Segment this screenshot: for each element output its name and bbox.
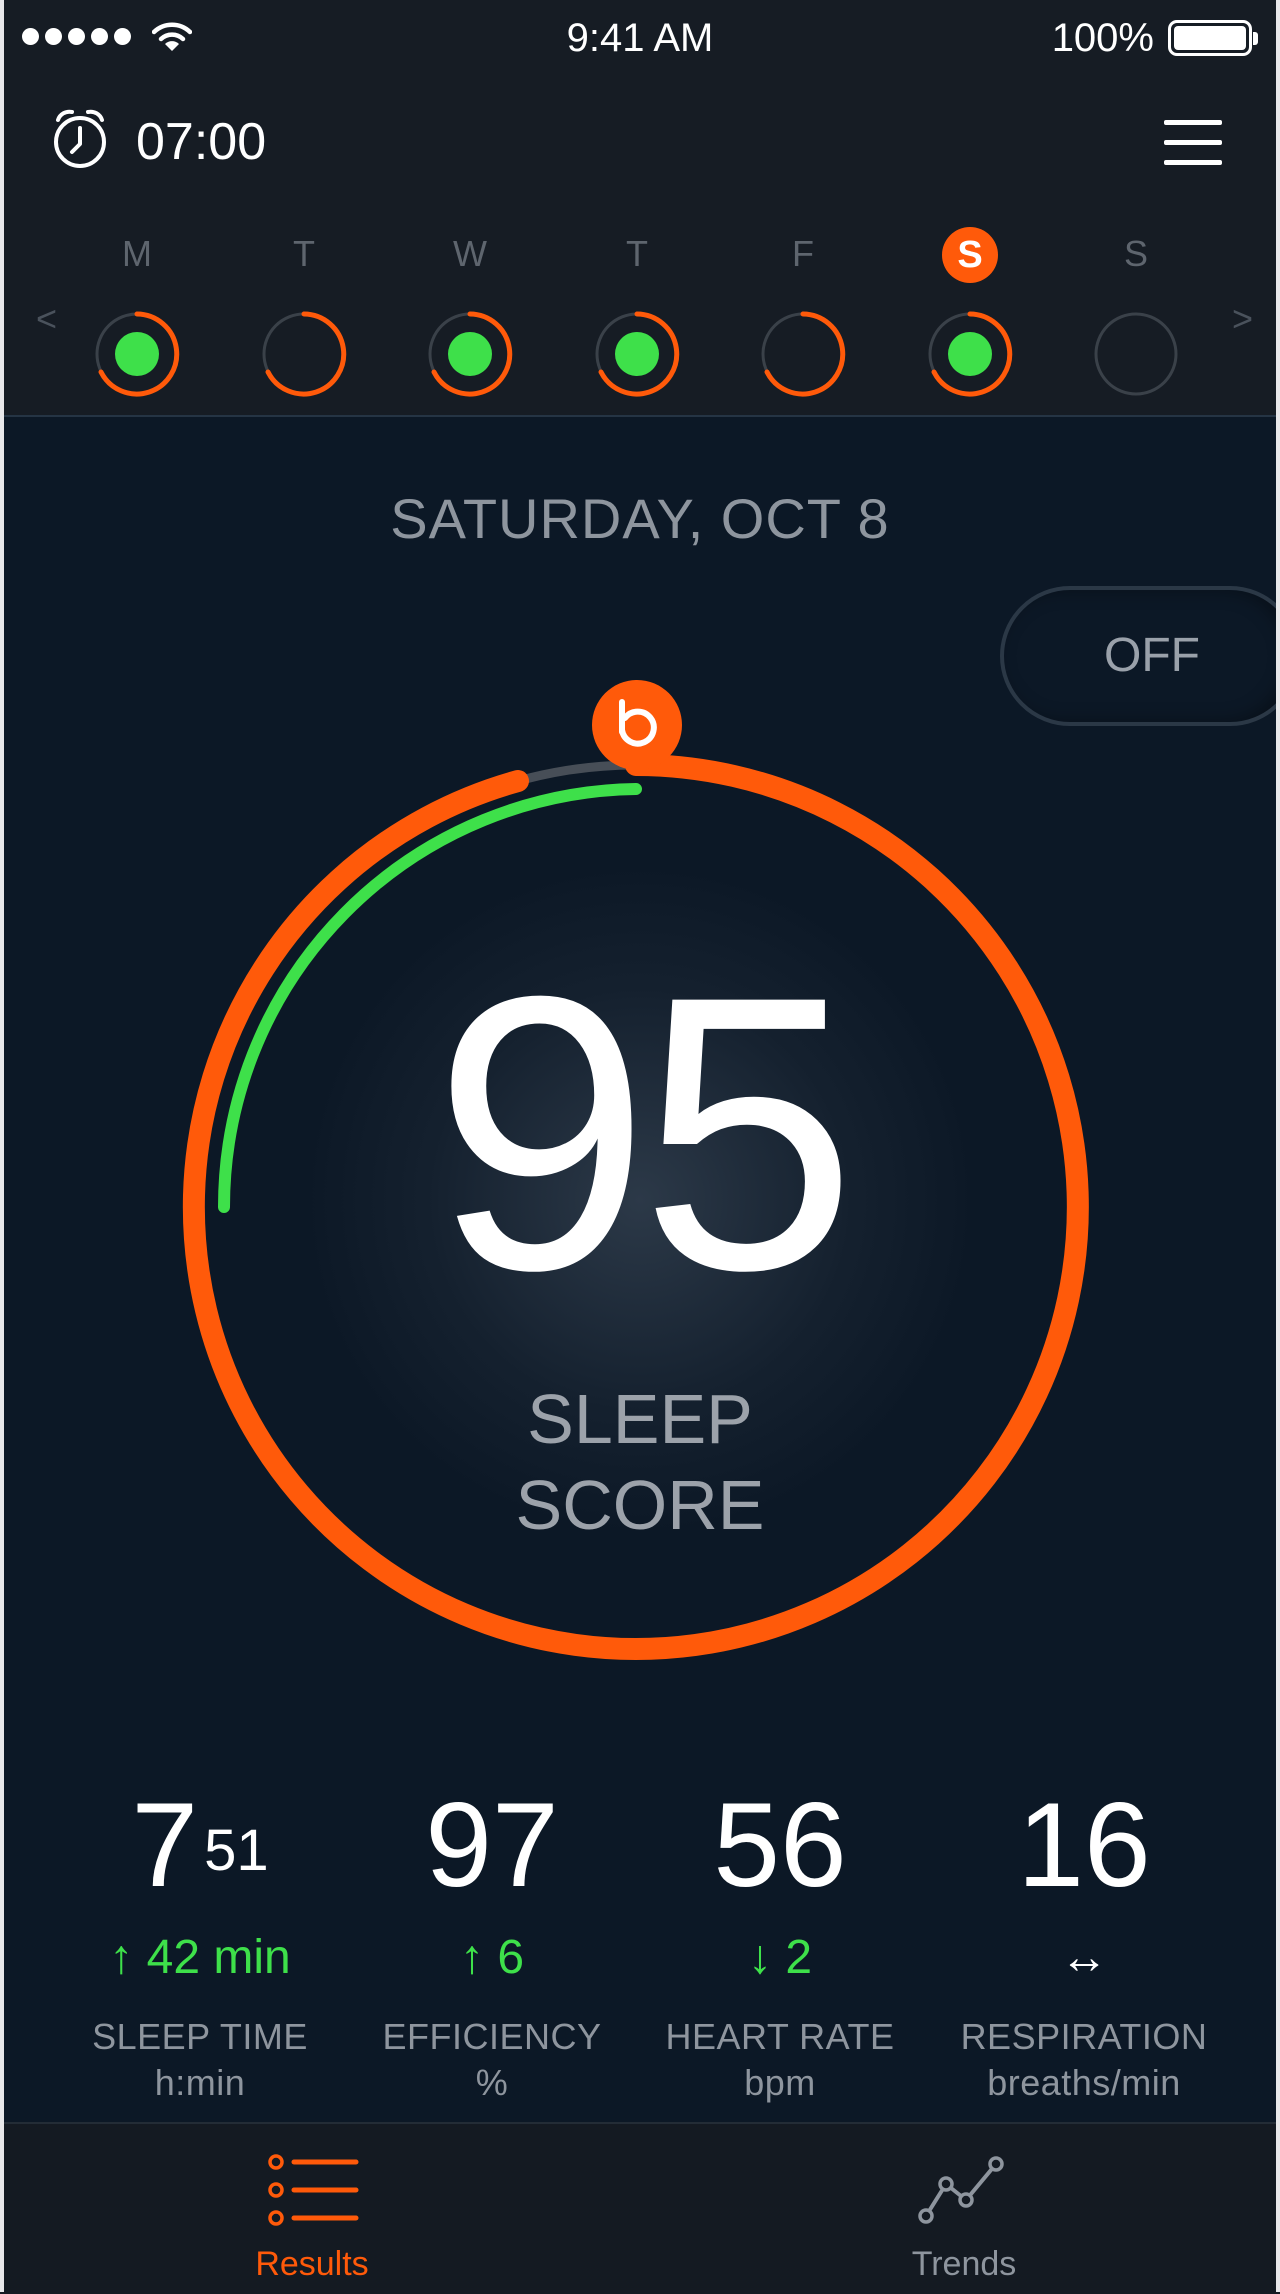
metric-label: EFFICIENCY%: [342, 2014, 642, 2106]
arrow-left-right-icon: ↔: [1060, 1931, 1108, 1984]
metric-label-unit: %: [475, 2062, 509, 2103]
battery-icon: [1168, 20, 1258, 56]
day-letter: W: [453, 233, 487, 274]
day-ring[interactable]: [93, 310, 181, 398]
metric-card[interactable]: 7 51 ↑ 42 min SLEEP TIME h:min: [50, 1780, 350, 2106]
metric-label: SLEEP TIME h:min: [50, 2014, 350, 2106]
day-letter: M: [122, 233, 152, 274]
metric-value-main: 16: [1017, 1778, 1151, 1912]
metric-card[interactable]: 56 ↓ 2 HEART RATE bpm: [630, 1780, 930, 2106]
metric-label-unit: h:min: [154, 2062, 246, 2103]
metric-value: 97: [342, 1780, 642, 1910]
metric-value: 16: [934, 1780, 1234, 1910]
tab-trends[interactable]: Trends: [804, 2150, 1124, 2284]
metric-label: HEART RATE bpm: [630, 2014, 930, 2106]
metric-value-main: 7: [131, 1778, 199, 1912]
metric-delta-value: 2: [785, 1931, 813, 1984]
sleep-score-label-line1: SLEEP: [527, 1380, 753, 1458]
status-bar: 9:41 AM 100%: [0, 0, 1280, 80]
day-letter: T: [293, 233, 315, 274]
date-title: SATURDAY, OCT 8: [390, 487, 890, 550]
metric-value-main: 56: [713, 1778, 847, 1912]
alarm-clock-icon[interactable]: [48, 106, 112, 170]
day-ring[interactable]: [759, 310, 847, 398]
metric-card[interactable]: 16 ↔ RESPIRATION breaths/min: [934, 1780, 1234, 2106]
day-letter: S: [1123, 233, 1148, 274]
day-ring[interactable]: [426, 310, 514, 398]
tab-bar: Results Trends: [0, 2122, 1280, 2294]
metric-value: 7 51: [50, 1780, 350, 1910]
metric-delta-value: 6: [497, 1931, 525, 1984]
metric-card[interactable]: 97 ↑ 6 EFFICIENCY%: [342, 1780, 642, 2106]
tab-results-label: Results: [255, 2245, 369, 2283]
metric-value-minutes: 51: [204, 1818, 269, 1883]
frame-edge-right: [1276, 0, 1280, 2292]
metric-value-main: 97: [425, 1778, 559, 1912]
sleep-score-label: SLEEP SCORE: [0, 1376, 1280, 1548]
tab-results[interactable]: Results: [152, 2150, 472, 2284]
arrow-up-icon: ↑: [109, 1931, 147, 1984]
metric-label-unit: bpm: [744, 2062, 816, 2103]
next-week-button[interactable]: >: [1232, 298, 1253, 340]
trends-icon: [918, 2156, 1004, 2224]
day-ring[interactable]: [260, 310, 348, 398]
metric-delta: ↓ 2: [630, 1928, 930, 1988]
metric-delta: ↑ 42 min: [50, 1928, 350, 1988]
metric-label-name: SLEEP TIME: [92, 2016, 308, 2057]
day-letter: F: [792, 233, 814, 274]
metric-label-unit: breaths/min: [987, 2062, 1181, 2103]
metric-label: RESPIRATION breaths/min: [934, 2014, 1234, 2106]
metric-delta: ↔: [934, 1928, 1234, 1988]
arrow-up-icon: ↑: [459, 1931, 498, 1984]
metric-label-name: EFFICIENCY: [382, 2016, 602, 2057]
metric-value: 56: [630, 1780, 930, 1910]
app-logo-icon[interactable]: [592, 680, 682, 770]
list-icon: [268, 2154, 359, 2226]
previous-week-button[interactable]: <: [36, 298, 57, 340]
sleep-score-label-line2: SCORE: [515, 1466, 765, 1544]
menu-icon[interactable]: [1164, 120, 1222, 166]
tab-trends-label: Trends: [911, 2245, 1017, 2283]
metric-delta-value: 42 min: [146, 1931, 291, 1984]
metric-delta: ↑ 6: [342, 1928, 642, 1988]
metric-label-name: RESPIRATION: [960, 2016, 1208, 2057]
battery-percentage: 100%: [1051, 16, 1154, 60]
frame-edge-left: [0, 0, 4, 2292]
day-letter: T: [626, 233, 648, 274]
sleep-score-value: 95: [433, 915, 857, 1351]
day-ring[interactable]: [926, 310, 1014, 398]
day-ring[interactable]: [593, 310, 681, 398]
metric-label-name: HEART RATE: [665, 2016, 895, 2057]
top-panel: 9:41 AM 100% 07:00 < > M T W T F S S: [0, 0, 1280, 417]
arrow-down-icon: ↓: [747, 1931, 786, 1984]
day-letter: S: [942, 227, 998, 283]
alarm-time[interactable]: 07:00: [136, 112, 266, 172]
day-ring[interactable]: [1092, 310, 1180, 398]
